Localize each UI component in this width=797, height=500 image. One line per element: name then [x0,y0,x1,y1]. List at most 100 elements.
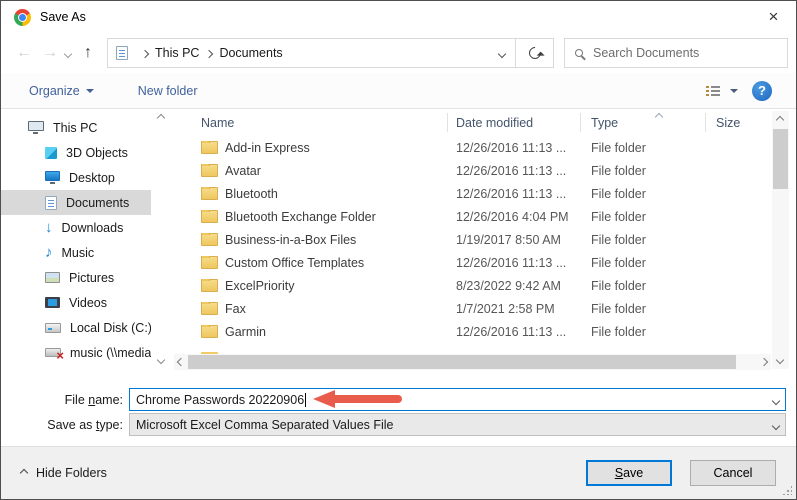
back-button[interactable]: ← [11,44,37,62]
navigation-bar: ← → ↑ This PC Documents [1,33,796,73]
fields-area: File name: Chrome Passwords 20220906 Sav… [1,386,796,448]
sidebar-item-3d-objects[interactable]: 3D Objects [1,140,151,165]
scroll-up-icon[interactable] [776,116,784,124]
folder-icon [201,233,218,246]
navigation-pane: This PC 3D Objects Desktop Documents ↓ D… [1,115,151,365]
scroll-right-icon[interactable] [760,358,768,366]
sort-ascending-icon [656,109,662,123]
save-as-type-value: Microsoft Excel Comma Separated Values F… [136,418,394,432]
downloads-icon: ↓ [45,220,53,235]
sidebar-item-pictures[interactable]: Pictures [1,265,151,290]
table-row[interactable]: Fax 1/7/2021 2:58 PM File folder [186,297,771,320]
scroll-down-icon[interactable] [776,356,784,364]
table-row[interactable]: Add-in Express 12/26/2016 11:13 ... File… [186,136,771,159]
sidebar-item-network-music[interactable]: music (\\media1 [1,340,151,365]
sidebar-item-downloads[interactable]: ↓ Downloads [1,215,151,240]
scroll-down-icon[interactable] [157,356,165,364]
folder-icon [201,210,218,223]
sidebar-item-desktop[interactable]: Desktop [1,165,151,190]
scroll-up-icon[interactable] [157,114,165,122]
address-dropdown-icon[interactable] [497,42,507,64]
table-row[interactable]: Custom Office Templates 12/26/2016 11:13… [186,251,771,274]
documents-icon [45,196,57,210]
column-header-size[interactable]: Size [706,113,766,132]
table-row[interactable]: Avatar 12/26/2016 11:13 ... File folder [186,159,771,182]
table-row[interactable]: ExcelPriority 8/23/2022 9:42 AM File fol… [186,274,771,297]
pc-icon [28,121,44,131]
sidebar-item-music[interactable]: ♪ Music [1,240,151,265]
save-as-type-select[interactable]: Microsoft Excel Comma Separated Values F… [129,413,786,436]
table-row[interactable]: Bluetooth Exchange Folder 12/26/2016 4:0… [186,205,771,228]
text-cursor [305,393,306,407]
folder-icon [201,164,218,177]
folder-icon [201,187,218,200]
folder-icon [201,279,218,292]
breadcrumb-separator-icon [142,46,148,60]
breadcrumb-this-pc[interactable]: This PC [155,46,199,60]
sidebar-item-local-disk[interactable]: Local Disk (C:) [1,315,151,340]
recent-locations-dropdown[interactable] [65,46,71,60]
column-headers: Name Date modified Type Size [186,109,771,136]
location-icon [116,46,128,60]
table-row[interactable]: Business-in-a-Box Files 1/19/2017 8:50 A… [186,228,771,251]
organize-button[interactable]: Organize [29,84,94,98]
main-area: This PC 3D Objects Desktop Documents ↓ D… [1,109,796,386]
folder-icon [201,141,218,154]
file-name-label: File name: [1,393,129,407]
scroll-left-icon[interactable] [177,358,185,366]
dialog-title: Save As [40,10,86,24]
refresh-button[interactable] [516,38,554,68]
column-header-type[interactable]: Type [581,113,706,132]
sidebar-scrollbar[interactable] [154,111,169,373]
3d-objects-icon [45,147,57,159]
sidebar-item-videos[interactable]: Videos [1,290,151,315]
music-icon: ♪ [45,245,53,260]
search-box[interactable] [564,38,788,68]
local-disk-icon [45,323,61,333]
view-dropdown-icon[interactable] [730,89,738,97]
scrollbar-thumb[interactable] [188,355,736,369]
column-header-name[interactable]: Name [186,113,448,132]
footer-bar: Hide Folders Save Cancel [1,446,796,499]
table-row[interactable]: Garmin 12/26/2016 11:13 ... File folder [186,320,771,343]
table-row[interactable]: Bluetooth 12/26/2016 11:13 ... File fold… [186,182,771,205]
dropdown-triangle-icon [86,89,94,97]
search-icon [575,49,583,57]
save-as-type-label: Save as type: [1,418,129,432]
folder-icon [201,256,218,269]
help-icon[interactable]: ? [752,81,772,101]
breadcrumb-separator-icon [206,46,212,60]
chevron-up-icon [20,469,28,477]
scrollbar-thumb[interactable] [773,129,788,189]
close-icon[interactable]: × [751,1,796,33]
pictures-icon [45,272,60,283]
title-bar: Save As × [1,1,796,33]
hide-folders-button[interactable]: Hide Folders [21,466,107,480]
horizontal-scrollbar[interactable] [174,354,771,370]
folder-icon [201,325,218,338]
save-as-type-dropdown-icon [773,418,779,432]
forward-button[interactable]: → [37,44,63,62]
column-header-date-modified[interactable]: Date modified [448,113,581,132]
sidebar-item-documents[interactable]: Documents [1,190,151,215]
sidebar-item-this-pc[interactable]: This PC [1,115,151,140]
save-as-dialog: Save As × ← → ↑ This PC Documents Organi… [0,0,797,500]
file-name-dropdown-icon[interactable] [773,393,779,407]
desktop-icon [45,171,60,181]
videos-icon [45,297,60,308]
save-button[interactable]: Save [586,460,672,486]
file-name-value: Chrome Passwords 20220906 [136,393,304,407]
cancel-button[interactable]: Cancel [690,460,776,486]
file-name-input[interactable]: Chrome Passwords 20220906 [129,388,786,411]
search-input[interactable] [593,46,777,60]
change-view-icon[interactable] [706,86,720,96]
up-button[interactable]: ↑ [75,44,101,62]
command-toolbar: Organize New folder ? [1,73,796,109]
new-folder-button[interactable]: New folder [138,84,198,98]
network-drive-icon [45,348,61,357]
breadcrumb-documents[interactable]: Documents [219,46,282,60]
folder-icon [201,302,218,315]
address-bar[interactable]: This PC Documents [107,38,516,68]
chrome-icon [14,9,31,26]
vertical-scrollbar[interactable] [772,111,789,369]
